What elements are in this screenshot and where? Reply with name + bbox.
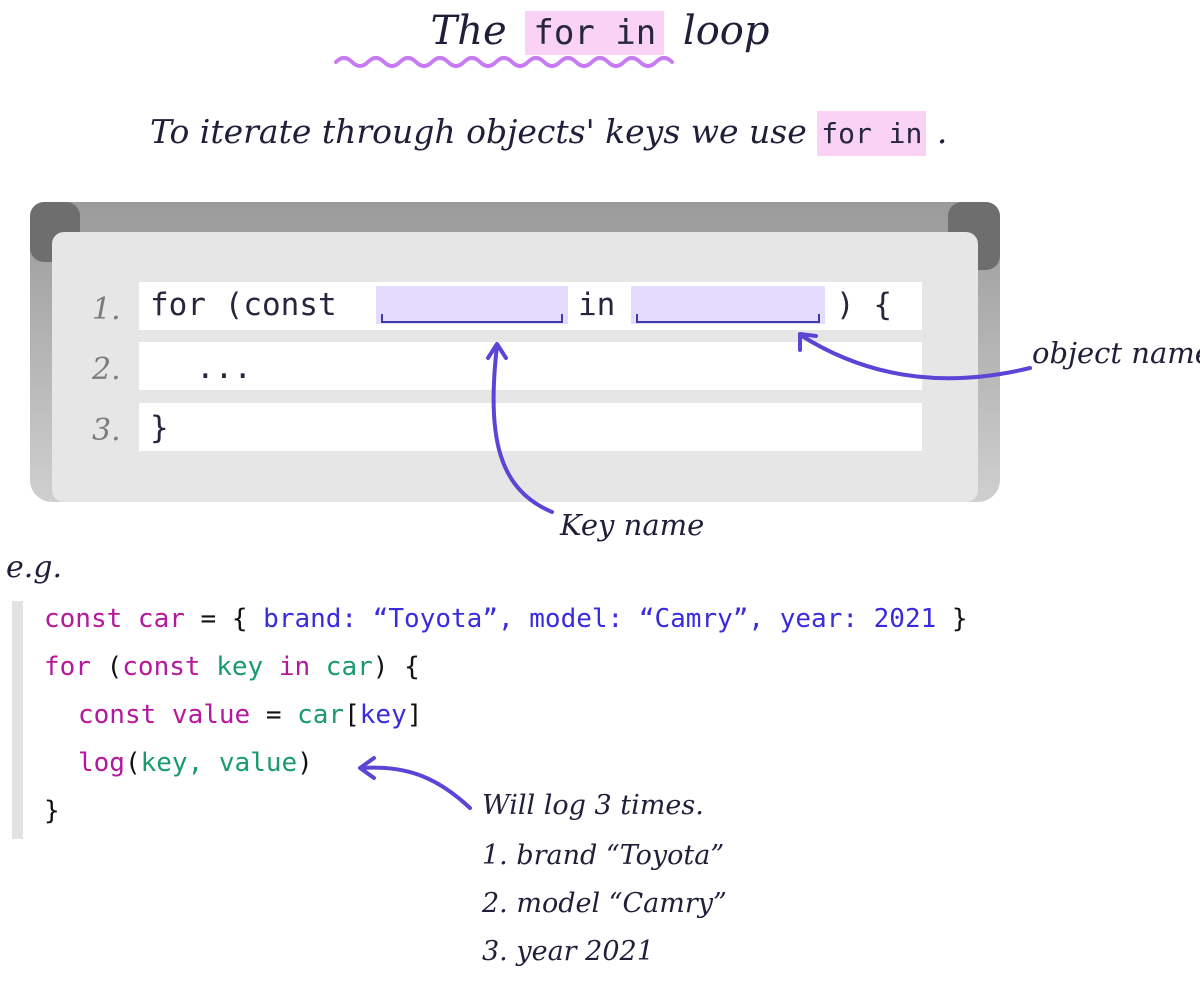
key-name-label: Key name [560,508,705,542]
code-block-gutter [12,601,23,839]
note-heading: Will log 3 times. [482,790,704,821]
object-name-label: object name [1032,336,1200,370]
code-const-car: const car [44,604,185,634]
note-item-2: 2. model “Camry” [482,888,727,919]
code-car-ref: car [297,700,345,730]
code-const-value: const value [78,700,251,730]
code-close-brace: } [936,604,968,634]
code-key-ref: key [359,700,407,730]
code-eq-brace: = { [184,604,248,634]
code-log: log [78,748,125,778]
example-line-4: log(key, value) [78,748,313,778]
object-name-arrow [800,334,1032,381]
example-line-1: const car = { brand: “Toyota”, model: “C… [44,604,968,634]
code-object-literal: brand: “Toyota”, model: “Camry”, year: 2… [247,604,937,634]
key-name-arrow [491,344,554,514]
note-item-3: 3. year 2021 [482,936,654,967]
code-key: key [200,652,264,682]
code-log-args: key, value [140,748,298,778]
code-car: car [310,652,373,682]
example-label: e.g. [6,550,63,585]
code-paren-open: ( [90,652,123,682]
code-for: for [44,652,91,682]
code-in: in [263,652,311,682]
code-log-paren-open: ( [124,748,141,778]
log-arrow [360,765,472,810]
note-item-1: 1. brand “Toyota” [482,840,725,871]
code-const: const [122,652,201,682]
example-line-2: for (const key in car) { [44,652,420,682]
code-assign: = [250,700,298,730]
code-bracket-close: ] [406,700,423,730]
code-log-paren-close: ) [297,748,313,778]
annotation-arrows [358,332,1032,810]
code-bracket-open: [ [344,700,360,730]
example-line-3: const value = car[key] [78,700,422,730]
code-paren-close-brace: ) { [372,652,420,682]
example-line-5: } [44,796,60,826]
